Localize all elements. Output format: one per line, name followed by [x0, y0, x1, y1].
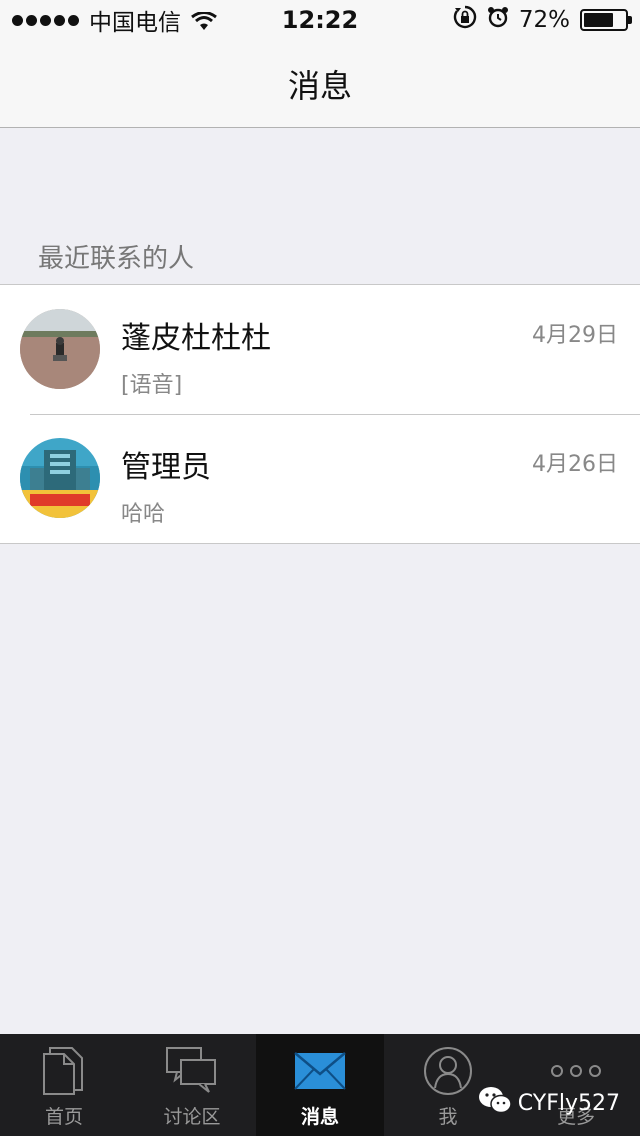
tab-home[interactable]: 首页 — [0, 1034, 128, 1136]
signal-strength-icon — [12, 14, 79, 26]
contact-row[interactable]: 管理员 哈哈 4月26日 — [0, 414, 640, 543]
tab-bar: 首页 讨论区 消息 我 更多 — [0, 1034, 640, 1136]
tab-label: 消息 — [300, 1106, 339, 1128]
user-icon — [420, 1044, 476, 1098]
tab-discussion[interactable]: 讨论区 — [128, 1034, 256, 1136]
battery-percentage: 72% — [518, 7, 570, 33]
contact-row[interactable]: 蓬皮杜杜杜 [语音] 4月29日 — [0, 285, 640, 414]
battery-icon — [580, 9, 632, 31]
navigation-bar: 消息 — [0, 40, 640, 128]
message-date: 4月26日 — [532, 452, 618, 477]
tab-label: 我 — [438, 1106, 458, 1128]
alarm-icon — [487, 6, 509, 34]
carrier-name: 中国电信 — [89, 10, 181, 36]
message-date: 4月29日 — [532, 323, 618, 348]
tab-me[interactable]: 我 — [384, 1034, 512, 1136]
tab-label: 讨论区 — [163, 1106, 221, 1128]
chat-bubbles-icon — [164, 1044, 220, 1098]
status-bar: 中国电信 12:22 72% — [0, 0, 640, 40]
document-icon — [36, 1044, 92, 1098]
tab-more[interactable]: 更多 — [512, 1034, 640, 1136]
wifi-icon — [191, 10, 217, 30]
watermark-text: CYFly527 — [517, 1090, 620, 1116]
message-preview: [语音] — [121, 373, 183, 398]
tab-label: 首页 — [44, 1106, 83, 1128]
contact-name: 蓬皮杜杜杜 — [121, 321, 271, 356]
row-divider — [30, 414, 640, 415]
contact-list: 蓬皮杜杜杜 [语音] 4月29日 管理员 哈哈 4月26日 — [0, 284, 640, 544]
orientation-lock-icon — [453, 5, 477, 35]
contact-name: 管理员 — [121, 450, 211, 485]
watermark: CYFly527 — [478, 1086, 620, 1120]
envelope-icon — [292, 1044, 348, 1098]
tab-messages[interactable]: 消息 — [256, 1034, 384, 1136]
page-title: 消息 — [287, 66, 352, 105]
avatar — [20, 309, 100, 389]
avatar — [20, 438, 100, 518]
section-header-recent-contacts: 最近联系的人 — [38, 244, 195, 274]
wechat-icon — [478, 1086, 512, 1120]
message-preview: 哈哈 — [121, 502, 166, 527]
